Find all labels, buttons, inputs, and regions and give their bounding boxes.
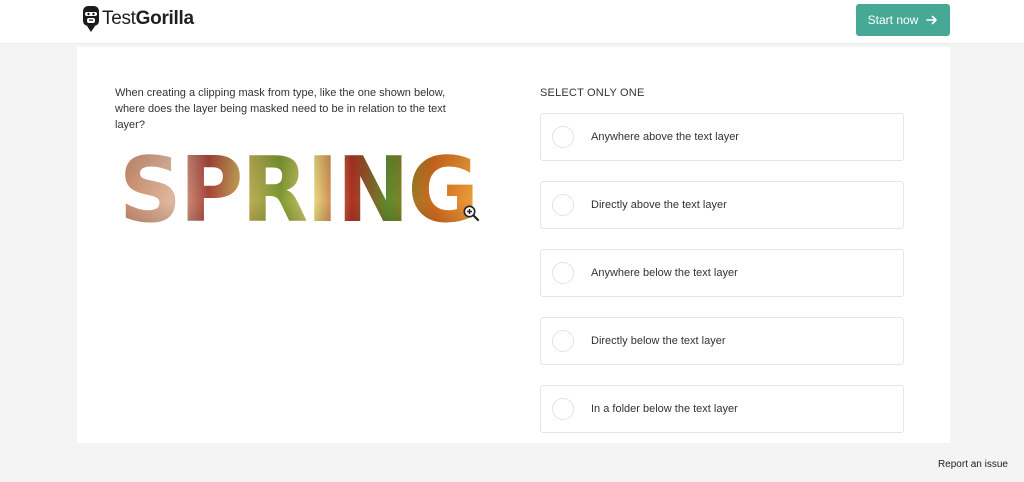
arrow-right-icon [926,15,938,25]
answer-option-5[interactable]: In a folder below the text layer [540,385,904,433]
logo-text-bold: Gorilla [135,8,194,29]
footer-bar: Report an issue [0,443,1024,482]
logo-text-light: Test [102,8,136,29]
answer-option-label: Anywhere above the text layer [591,131,739,143]
spring-word-shade: SPRING [119,143,477,231]
answer-option-4[interactable]: Directly below the text layer [540,317,904,365]
select-instruction: SELECT ONLY ONE [540,87,645,99]
logo-text: TestGorilla [102,8,194,30]
answer-option-label: Anywhere below the text layer [591,267,738,279]
answer-option-3[interactable]: Anywhere below the text layer [540,249,904,297]
spring-clipping-mask-image[interactable]: SPRING SPRING [115,143,481,231]
answer-option-label: Directly below the text layer [591,335,726,347]
zoom-in-icon[interactable] [462,204,480,222]
start-now-button[interactable]: Start now [856,4,950,36]
radio-button[interactable] [552,126,574,148]
radio-button[interactable] [552,330,574,352]
gorilla-icon [83,6,99,32]
answer-option-1[interactable]: Anywhere above the text layer [540,113,904,161]
testgorilla-logo[interactable]: TestGorilla [82,4,194,34]
answer-option-label: Directly above the text layer [591,199,727,211]
radio-button[interactable] [552,262,574,284]
answer-option-2[interactable]: Directly above the text layer [540,181,904,229]
start-now-label: Start now [867,13,919,27]
radio-button[interactable] [552,398,574,420]
question-text: When creating a clipping mask from type,… [115,87,446,131]
answer-option-label: In a folder below the text layer [591,403,738,415]
radio-button[interactable] [552,194,574,216]
question-card: When creating a clipping mask from type,… [77,47,950,443]
top-bar: TestGorilla Start now [0,0,1024,44]
report-issue-link[interactable]: Report an issue [938,459,1008,470]
